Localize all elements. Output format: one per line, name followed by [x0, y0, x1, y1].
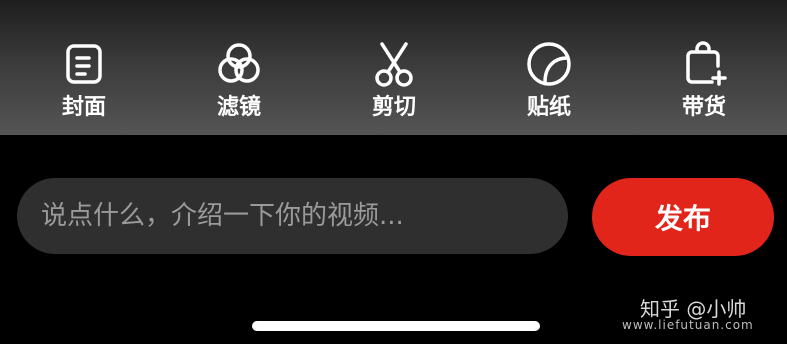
- cover-icon: [66, 44, 102, 84]
- tool-sticker[interactable]: 贴纸: [494, 40, 604, 130]
- tool-cover[interactable]: 封面: [29, 40, 139, 130]
- editing-toolbar: 封面 滤镜 剪切 贴纸 带货: [0, 0, 787, 135]
- home-indicator[interactable]: [252, 321, 540, 331]
- sticker-icon: [527, 42, 571, 86]
- tool-sell-goods-label: 带货: [681, 95, 726, 120]
- tool-sell-goods[interactable]: 带货: [649, 40, 759, 130]
- tool-filter[interactable]: 滤镜: [184, 40, 294, 130]
- shopping-bag-add-icon: [686, 41, 727, 86]
- filter-icon: [218, 43, 260, 83]
- publish-button[interactable]: 发布: [592, 178, 774, 256]
- tool-cut[interactable]: 剪切: [339, 40, 449, 130]
- watermark-url: www.liefutuan.com: [622, 318, 754, 332]
- tool-filter-label: 滤镜: [216, 95, 261, 120]
- scissors-icon: [375, 42, 413, 87]
- tool-cut-label: 剪切: [371, 95, 416, 120]
- description-input[interactable]: [17, 178, 568, 254]
- tool-sticker-label: 贴纸: [526, 95, 571, 120]
- tool-cover-label: 封面: [61, 95, 106, 120]
